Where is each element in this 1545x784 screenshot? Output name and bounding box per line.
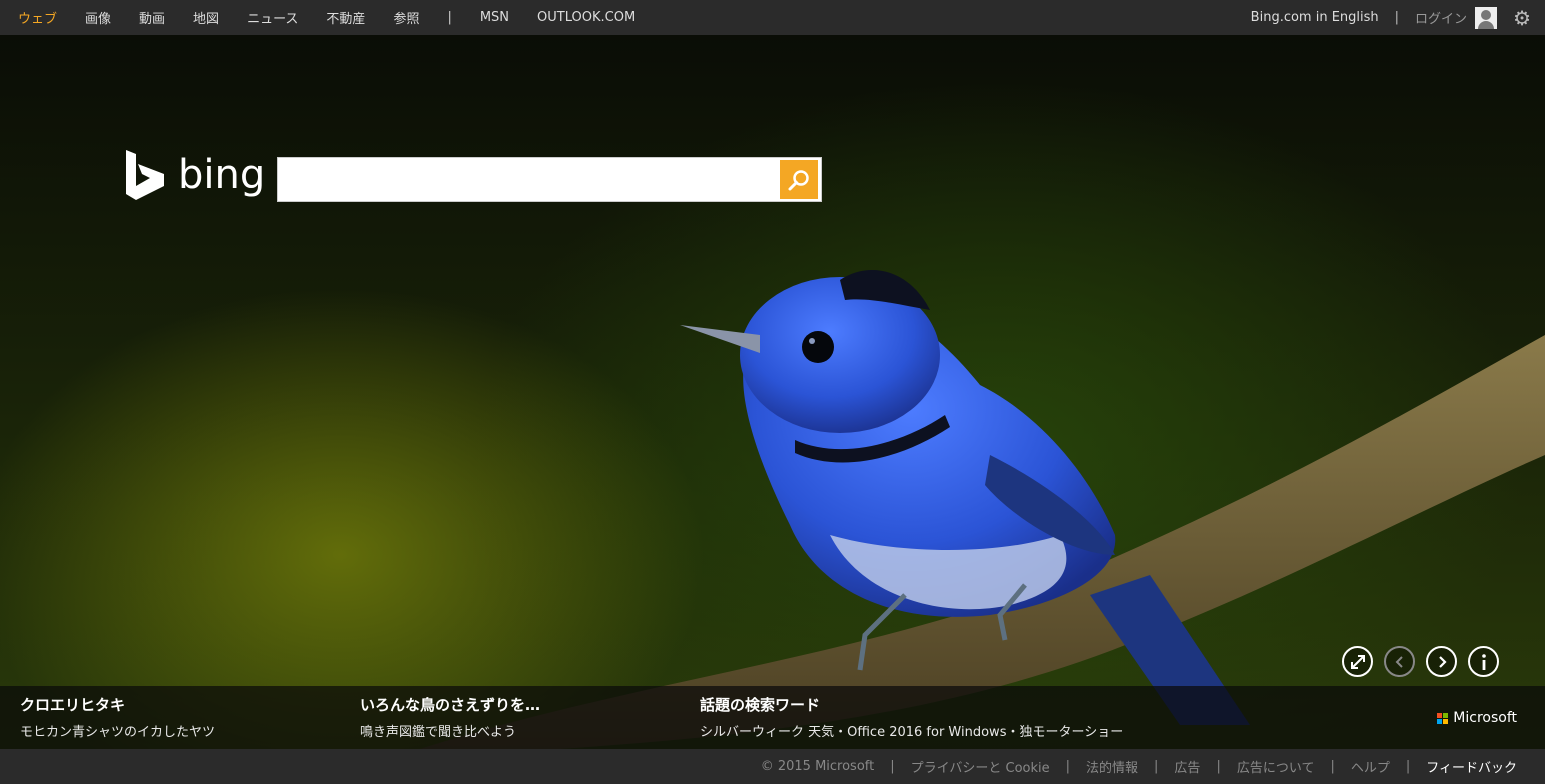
footer-separator: | bbox=[890, 759, 895, 774]
info-panel-birds-title: いろんな鳥のさえずりを… bbox=[360, 696, 541, 714]
info-bar: クロエリヒタキ モヒカン青シャツのイカしたヤツ いろんな鳥のさえずりを… 鳴き声… bbox=[0, 686, 1545, 749]
nav-right-separator: | bbox=[1394, 10, 1400, 25]
next-image-button[interactable] bbox=[1426, 646, 1457, 677]
image-info-button[interactable] bbox=[1468, 646, 1499, 677]
footer: © 2015 Microsoft | プライバシーと Cookie | 法的情報… bbox=[0, 749, 1545, 784]
search-box bbox=[277, 157, 822, 202]
bing-logo-icon bbox=[126, 150, 164, 200]
image-caption-subtitle: モヒカン青シャツのイカしたヤツ bbox=[20, 725, 216, 740]
chevron-left-icon bbox=[1395, 655, 1403, 668]
fullscreen-button[interactable] bbox=[1342, 646, 1373, 677]
user-icon[interactable] bbox=[1475, 6, 1498, 29]
gear-icon[interactable]: ⚙ bbox=[1513, 8, 1531, 28]
search-button[interactable] bbox=[780, 160, 818, 199]
footer-separator: | bbox=[1154, 759, 1159, 774]
previous-image-button[interactable] bbox=[1384, 646, 1415, 677]
bird-illustration bbox=[420, 270, 1545, 749]
image-caption[interactable]: クロエリヒタキ モヒカン青シャツのイカしたヤツ bbox=[20, 694, 215, 740]
footer-help-link[interactable]: ヘルプ bbox=[1351, 757, 1390, 776]
login-link[interactable]: ログイン bbox=[1415, 8, 1467, 27]
bing-logo-text: bing bbox=[178, 152, 266, 198]
microsoft-logo-icon bbox=[1437, 712, 1449, 724]
info-panel-birds[interactable]: いろんな鳥のさえずりを… 鳴き声図鑑で聞き比べよう bbox=[360, 694, 540, 740]
nav-reference[interactable]: 参照 bbox=[393, 8, 419, 27]
nav-left: ウェブ 画像 動画 地図 ニュース 不動産 参照 | MSN OUTLOOK.C… bbox=[0, 0, 663, 35]
image-caption-title: クロエリヒタキ bbox=[20, 696, 126, 714]
nav-news[interactable]: ニュース bbox=[247, 8, 298, 27]
bing-logo[interactable]: bing bbox=[124, 150, 265, 200]
nav-msn[interactable]: MSN bbox=[480, 10, 509, 25]
footer-separator: | bbox=[1330, 759, 1335, 774]
nav-realestate[interactable]: 不動産 bbox=[326, 8, 365, 27]
microsoft-logo[interactable]: Microsoft bbox=[1437, 710, 1517, 726]
nav-web[interactable]: ウェブ bbox=[18, 8, 57, 27]
nav-right: Bing.com in English | ログイン ⚙ bbox=[1251, 0, 1545, 35]
info-panel-trending-title: 話題の検索ワード bbox=[700, 696, 821, 714]
footer-feedback-link[interactable]: フィードバック bbox=[1426, 757, 1517, 776]
footer-separator: | bbox=[1405, 759, 1411, 774]
nav-images[interactable]: 画像 bbox=[85, 8, 111, 27]
footer-privacy-link[interactable]: プライバシーと Cookie bbox=[911, 757, 1050, 776]
search-input[interactable] bbox=[278, 158, 780, 201]
bird-eye-highlight bbox=[809, 338, 815, 344]
nav-separator: | bbox=[447, 10, 452, 25]
nav-videos[interactable]: 動画 bbox=[139, 8, 165, 27]
info-panel-trending[interactable]: 話題の検索ワード シルバーウィーク 天気・Office 2016 for Win… bbox=[700, 694, 1123, 740]
footer-separator: | bbox=[1216, 759, 1221, 774]
nav-outlook[interactable]: OUTLOOK.COM bbox=[537, 10, 635, 25]
footer-copyright: © 2015 Microsoft bbox=[760, 759, 875, 774]
footer-about-ads-link[interactable]: 広告について bbox=[1237, 757, 1315, 776]
info-panel-trending-subtitle: シルバーウィーク 天気・Office 2016 for Windows・独モータ… bbox=[700, 725, 1124, 740]
nav-maps[interactable]: 地図 bbox=[193, 8, 219, 27]
chevron-right-icon bbox=[1438, 655, 1447, 668]
info-panel-birds-subtitle: 鳴き声図鑑で聞き比べよう bbox=[360, 725, 517, 740]
bird-eye bbox=[802, 331, 834, 363]
fullscreen-icon bbox=[1350, 654, 1365, 669]
english-link[interactable]: Bing.com in English bbox=[1251, 10, 1379, 25]
info-icon bbox=[1481, 653, 1486, 670]
footer-ads-link[interactable]: 広告 bbox=[1174, 757, 1200, 776]
microsoft-logo-text: Microsoft bbox=[1453, 710, 1517, 726]
search-icon bbox=[788, 169, 809, 190]
background-image bbox=[0, 35, 1545, 749]
top-navigation-bar: ウェブ 画像 動画 地図 ニュース 不動産 参照 | MSN OUTLOOK.C… bbox=[0, 0, 1545, 35]
footer-separator: | bbox=[1065, 759, 1071, 774]
footer-legal-link[interactable]: 法的情報 bbox=[1086, 757, 1138, 776]
